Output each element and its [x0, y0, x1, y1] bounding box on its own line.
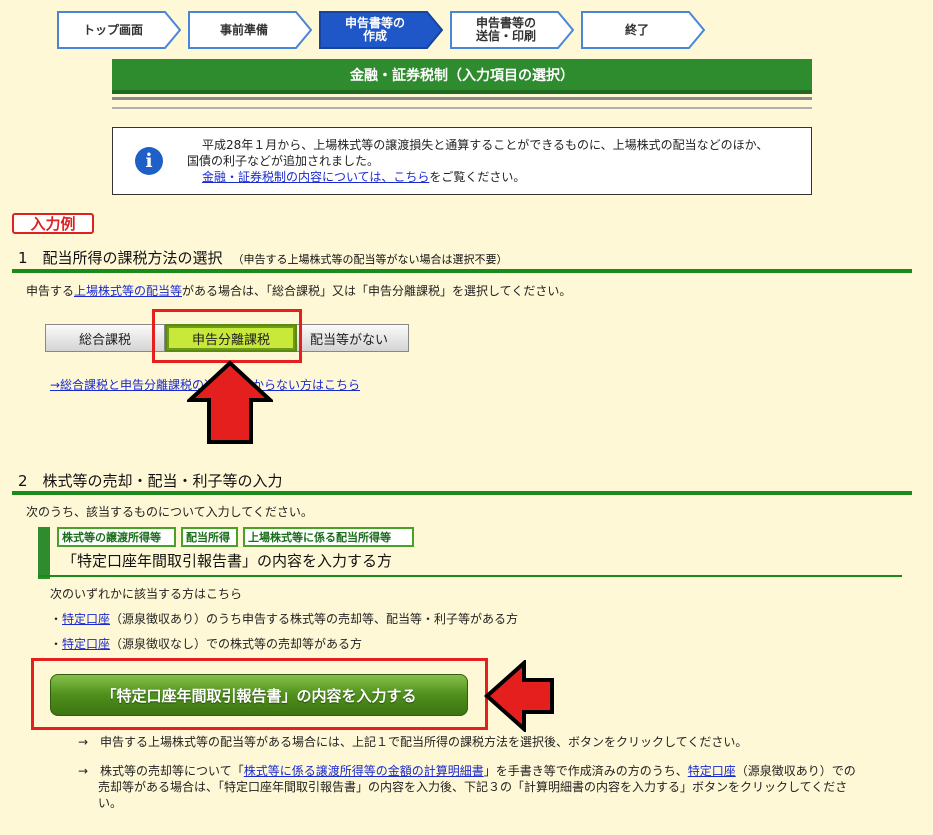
- info-line: 金融・証券税制の内容については、こちらをご覧ください。: [187, 169, 807, 185]
- step-label: 申告書等の 作成: [344, 16, 405, 43]
- section2-instruction: 次のうち、該当するものについて入力してください。: [26, 505, 313, 519]
- step-preparation[interactable]: 事前準備: [188, 11, 312, 49]
- tag-stock-transfer: 株式等の譲渡所得等: [57, 527, 176, 547]
- arrow-up-annotation: [187, 360, 273, 444]
- no-dividend-button[interactable]: 配当等がない: [289, 324, 409, 352]
- arrow-left-annotation: [484, 660, 554, 732]
- section1-rule: [12, 269, 912, 273]
- note-text: 」を手書き等で作成済みの方のうち、: [483, 764, 688, 778]
- step-label: 申告書等の 送信・印刷: [475, 16, 536, 43]
- highlight-box: [31, 658, 488, 730]
- note-2-line3: い。: [98, 796, 123, 810]
- section1-heading: 1 配当所得の課税方法の選択: [18, 249, 223, 267]
- listed-dividend-link[interactable]: 上場株式等の配当等: [74, 284, 182, 298]
- instr-suffix: がある場合は、「総合課税」又は「申告分離課税」を選択してください。: [182, 284, 572, 298]
- info-line: 国債の利子などが追加されました。: [187, 154, 380, 168]
- note-2-line2: 売却等がある場合は、「特定口座年間取引報告書」の内容を入力後、下記３の「計算明細…: [98, 780, 848, 794]
- section-accent-bar: [38, 527, 50, 579]
- step-finish[interactable]: 終了: [581, 11, 705, 49]
- section2-rule: [12, 491, 912, 495]
- step-send-print[interactable]: 申告書等の 送信・印刷: [450, 11, 574, 49]
- note-text: → 株式等の売却等について「: [78, 764, 244, 778]
- subheading: 「特定口座年間取引報告書」の内容を入力する方: [62, 552, 393, 570]
- item-text: （源泉徴収なし）での株式等の売却等がある方: [110, 637, 363, 651]
- step-top[interactable]: トップ画面: [57, 11, 181, 49]
- example-badge: 入力例: [12, 213, 94, 234]
- page-title: 金融・証券税制（入力項目の選択）: [112, 59, 812, 94]
- section1-title: 1 配当所得の課税方法の選択 （申告する上場株式等の配当等がない場合は選択不要）: [18, 247, 508, 268]
- specified-account-link[interactable]: 特定口座: [62, 612, 110, 626]
- section1-instruction: 申告する上場株式等の配当等がある場合は、「総合課税」又は「申告分離課税」を選択し…: [26, 282, 571, 299]
- bullet: ・: [50, 637, 63, 651]
- info-box: i 平成28年１月から、上場株式等の譲渡損失と通算することができるものに、上場株…: [112, 127, 812, 195]
- note-2: → 株式等の売却等について「株式等に係る譲渡所得等の金額の計算明細書」を手書き等…: [78, 763, 918, 779]
- applicable-intro: 次のいずれかに該当する方はこちら: [50, 587, 243, 601]
- note-1: → 申告する上場株式等の配当等がある場合には、上記１で配当所得の課税方法を選択後…: [78, 735, 748, 749]
- bullet: ・: [50, 612, 63, 626]
- general-taxation-button[interactable]: 総合課税: [45, 324, 165, 352]
- item-text: （源泉徴収あり）のうち申告する株式等の売却等、配当等・利子等がある方: [110, 612, 519, 626]
- info-icon: i: [135, 147, 163, 175]
- tag-listed-dividend: 上場株式等に係る配当所得等: [243, 527, 414, 547]
- step-label: 終了: [624, 22, 649, 37]
- instr-prefix: 申告する: [26, 284, 75, 298]
- info-text: 平成28年１月から、上場株式等の譲渡損失と通算することができるものに、上場株式の…: [187, 137, 807, 185]
- highlight-box: [152, 309, 302, 363]
- tax-info-link[interactable]: 金融・証券税制の内容については、こちら: [202, 170, 429, 184]
- subheading-rule: [38, 575, 902, 577]
- note-text: （源泉徴収あり）での: [735, 764, 856, 778]
- step-label: トップ画面: [82, 22, 143, 37]
- step-label: 事前準備: [219, 22, 268, 37]
- tag-dividend: 配当所得: [181, 527, 238, 547]
- info-link-suffix: をご覧ください。: [429, 170, 526, 184]
- specified-account-link[interactable]: 特定口座: [688, 764, 736, 778]
- applicable-item: ・特定口座（源泉徴収なし）での株式等の売却等がある方: [50, 635, 362, 652]
- divider: [112, 97, 812, 100]
- info-line: 平成28年１月から、上場株式等の譲渡損失と通算することができるものに、上場株式の…: [202, 138, 769, 152]
- section2-title: 2 株式等の売却・配当・利子等の入力: [18, 472, 283, 490]
- applicable-item: ・特定口座（源泉徴収あり）のうち申告する株式等の売却等、配当等・利子等がある方: [50, 610, 518, 627]
- step-create: 申告書等の 作成: [319, 11, 443, 49]
- section1-subtitle: （申告する上場株式等の配当等がない場合は選択不要）: [232, 253, 508, 266]
- specified-account-link[interactable]: 特定口座: [62, 637, 110, 651]
- calc-statement-link[interactable]: 株式等に係る譲渡所得等の金額の計算明細書: [244, 764, 484, 778]
- divider: [112, 107, 812, 109]
